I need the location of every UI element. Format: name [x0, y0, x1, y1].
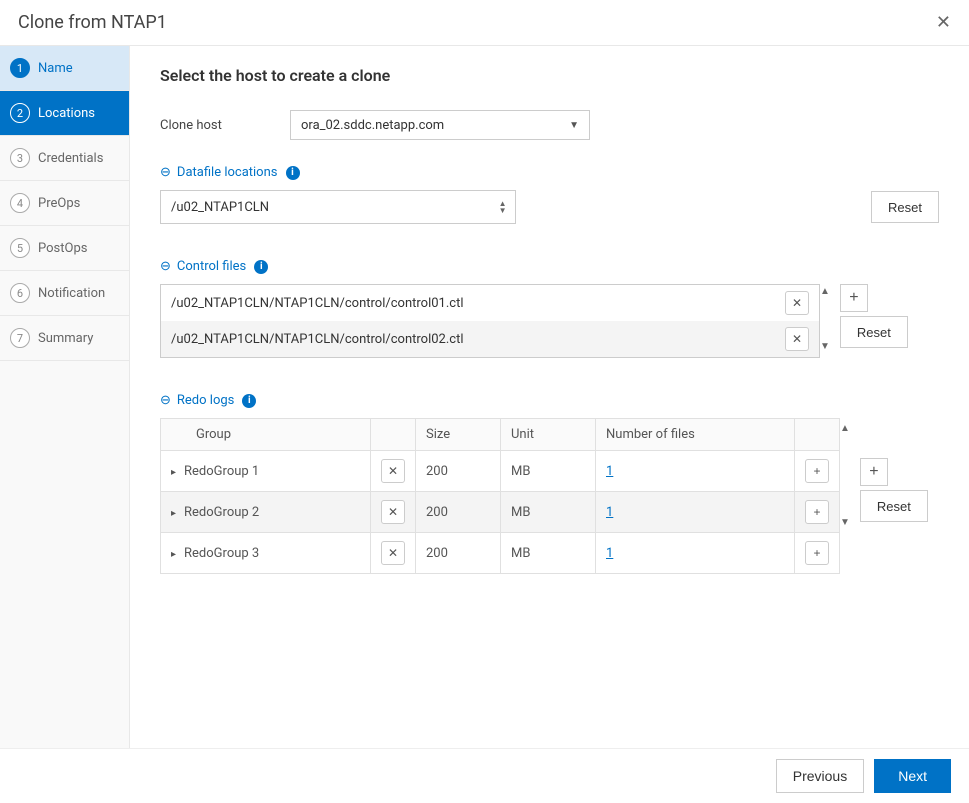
scroll-indicator[interactable]: ▲▼ [820, 284, 830, 354]
collapse-icon[interactable]: ⊖ [160, 393, 171, 408]
add-control-file-button[interactable]: + [840, 284, 868, 312]
col-size: Size [416, 419, 501, 451]
step-num: 7 [10, 328, 30, 348]
redo-logs-table: Group Size Unit Number of files ▸ RedoGro… [160, 418, 840, 574]
step-postops[interactable]: 5 PostOps [0, 226, 129, 271]
redo-unit: MB [501, 533, 596, 574]
redo-row: ▸ RedoGroup 1 ✕ 200 MB 1 + [161, 451, 840, 492]
redo-group: RedoGroup 2 [184, 505, 259, 520]
close-button[interactable]: ✕ [936, 12, 951, 33]
col-group: Group [161, 419, 371, 451]
section-label: Datafile locations [177, 165, 278, 180]
modal-body: 1 Name 2 Locations 3 Credentials 4 PreOp… [0, 46, 969, 748]
control-files-side-buttons: + Reset [840, 284, 908, 348]
redo-group: RedoGroup 1 [184, 464, 259, 479]
remove-redo-button[interactable]: ✕ [381, 500, 405, 524]
redo-size: 200 [416, 451, 501, 492]
modal-header: Clone from NTAP1 ✕ [0, 0, 969, 46]
expand-icon[interactable]: ▸ [171, 467, 176, 478]
step-preops[interactable]: 4 PreOps [0, 181, 129, 226]
redo-logs-container: Group Size Unit Number of files ▸ RedoGro… [160, 418, 939, 574]
clone-host-row: Clone host ora_02.sddc.netapp.com ▼ [160, 110, 939, 140]
datafile-value: /u02_NTAP1CLN [171, 200, 269, 215]
add-redo-file-button[interactable]: + [805, 500, 829, 524]
step-label: Credentials [38, 151, 103, 166]
page-title: Select the host to create a clone [160, 66, 939, 85]
redo-unit: MB [501, 492, 596, 533]
content-area: Select the host to create a clone Clone … [130, 46, 969, 748]
clone-host-dropdown[interactable]: ora_02.sddc.netapp.com ▼ [290, 110, 590, 140]
step-num: 1 [10, 58, 30, 78]
redo-row: ▸ RedoGroup 3 ✕ 200 MB 1 + [161, 533, 840, 574]
remove-redo-button[interactable]: ✕ [381, 541, 405, 565]
step-label: PostOps [38, 241, 87, 256]
datafile-section-header: ⊖ Datafile locations i [160, 165, 939, 180]
step-num: 5 [10, 238, 30, 258]
info-icon[interactable]: i [242, 394, 256, 408]
step-num: 3 [10, 148, 30, 168]
collapse-icon[interactable]: ⊖ [160, 259, 171, 274]
control-file-path: /u02_NTAP1CLN/NTAP1CLN/control/control02… [171, 332, 464, 347]
step-label: PreOps [38, 196, 80, 211]
remove-control-file-button[interactable]: ✕ [785, 327, 809, 351]
spinner[interactable]: ▲▼ [499, 200, 507, 214]
redo-group: RedoGroup 3 [184, 546, 259, 561]
datafile-input[interactable]: /u02_NTAP1CLN ▲▼ [160, 190, 516, 224]
step-locations[interactable]: 2 Locations [0, 91, 129, 136]
step-num: 6 [10, 283, 30, 303]
step-summary[interactable]: 7 Summary [0, 316, 129, 361]
scroll-indicator[interactable]: ▲▼ [840, 418, 850, 528]
remove-redo-button[interactable]: ✕ [381, 459, 405, 483]
redo-reset-button[interactable]: Reset [860, 490, 928, 522]
redo-row: ▸ RedoGroup 2 ✕ 200 MB 1 + [161, 492, 840, 533]
expand-icon[interactable]: ▸ [171, 549, 176, 560]
next-button[interactable]: Next [874, 759, 951, 793]
previous-button[interactable]: Previous [776, 759, 864, 793]
step-label: Locations [38, 106, 95, 121]
info-icon[interactable]: i [286, 166, 300, 180]
control-file-item: /u02_NTAP1CLN/NTAP1CLN/control/control02… [161, 321, 819, 357]
clone-host-value: ora_02.sddc.netapp.com [301, 118, 444, 133]
step-label: Name [38, 61, 73, 76]
datafile-reset-button[interactable]: Reset [871, 191, 939, 223]
step-name[interactable]: 1 Name [0, 46, 129, 91]
step-num: 2 [10, 103, 30, 123]
control-files-list: /u02_NTAP1CLN/NTAP1CLN/control/control01… [160, 284, 820, 358]
control-file-path: /u02_NTAP1CLN/NTAP1CLN/control/control01… [171, 296, 464, 311]
info-icon[interactable]: i [254, 260, 268, 274]
clone-host-label: Clone host [160, 118, 290, 133]
control-files-section-header: ⊖ Control files i [160, 259, 939, 274]
modal-footer: Previous Next [0, 748, 969, 803]
datafile-row: /u02_NTAP1CLN ▲▼ Reset [160, 190, 939, 224]
add-redo-file-button[interactable]: + [805, 541, 829, 565]
redo-unit: MB [501, 451, 596, 492]
redo-logs-section-header: ⊖ Redo logs i [160, 393, 939, 408]
control-file-item: /u02_NTAP1CLN/NTAP1CLN/control/control01… [161, 285, 819, 321]
step-label: Summary [38, 331, 93, 346]
step-label: Notification [38, 286, 105, 301]
redo-side-buttons: + Reset [860, 458, 928, 522]
section-label: Redo logs [177, 393, 234, 408]
step-credentials[interactable]: 3 Credentials [0, 136, 129, 181]
control-files-container: /u02_NTAP1CLN/NTAP1CLN/control/control01… [160, 284, 939, 358]
expand-icon[interactable]: ▸ [171, 508, 176, 519]
chevron-down-icon: ▼ [569, 120, 579, 131]
step-notification[interactable]: 6 Notification [0, 271, 129, 316]
add-redo-group-button[interactable]: + [860, 458, 888, 486]
redo-numfiles-link[interactable]: 1 [606, 546, 613, 561]
step-num: 4 [10, 193, 30, 213]
section-label: Control files [177, 259, 246, 274]
wizard-sidebar: 1 Name 2 Locations 3 Credentials 4 PreOp… [0, 46, 130, 748]
collapse-icon[interactable]: ⊖ [160, 165, 171, 180]
remove-control-file-button[interactable]: ✕ [785, 291, 809, 315]
redo-size: 200 [416, 492, 501, 533]
col-numfiles: Number of files [596, 419, 795, 451]
add-redo-file-button[interactable]: + [805, 459, 829, 483]
redo-size: 200 [416, 533, 501, 574]
control-files-reset-button[interactable]: Reset [840, 316, 908, 348]
redo-numfiles-link[interactable]: 1 [606, 505, 613, 520]
col-unit: Unit [501, 419, 596, 451]
redo-numfiles-link[interactable]: 1 [606, 464, 613, 479]
modal-title: Clone from NTAP1 [18, 12, 167, 33]
